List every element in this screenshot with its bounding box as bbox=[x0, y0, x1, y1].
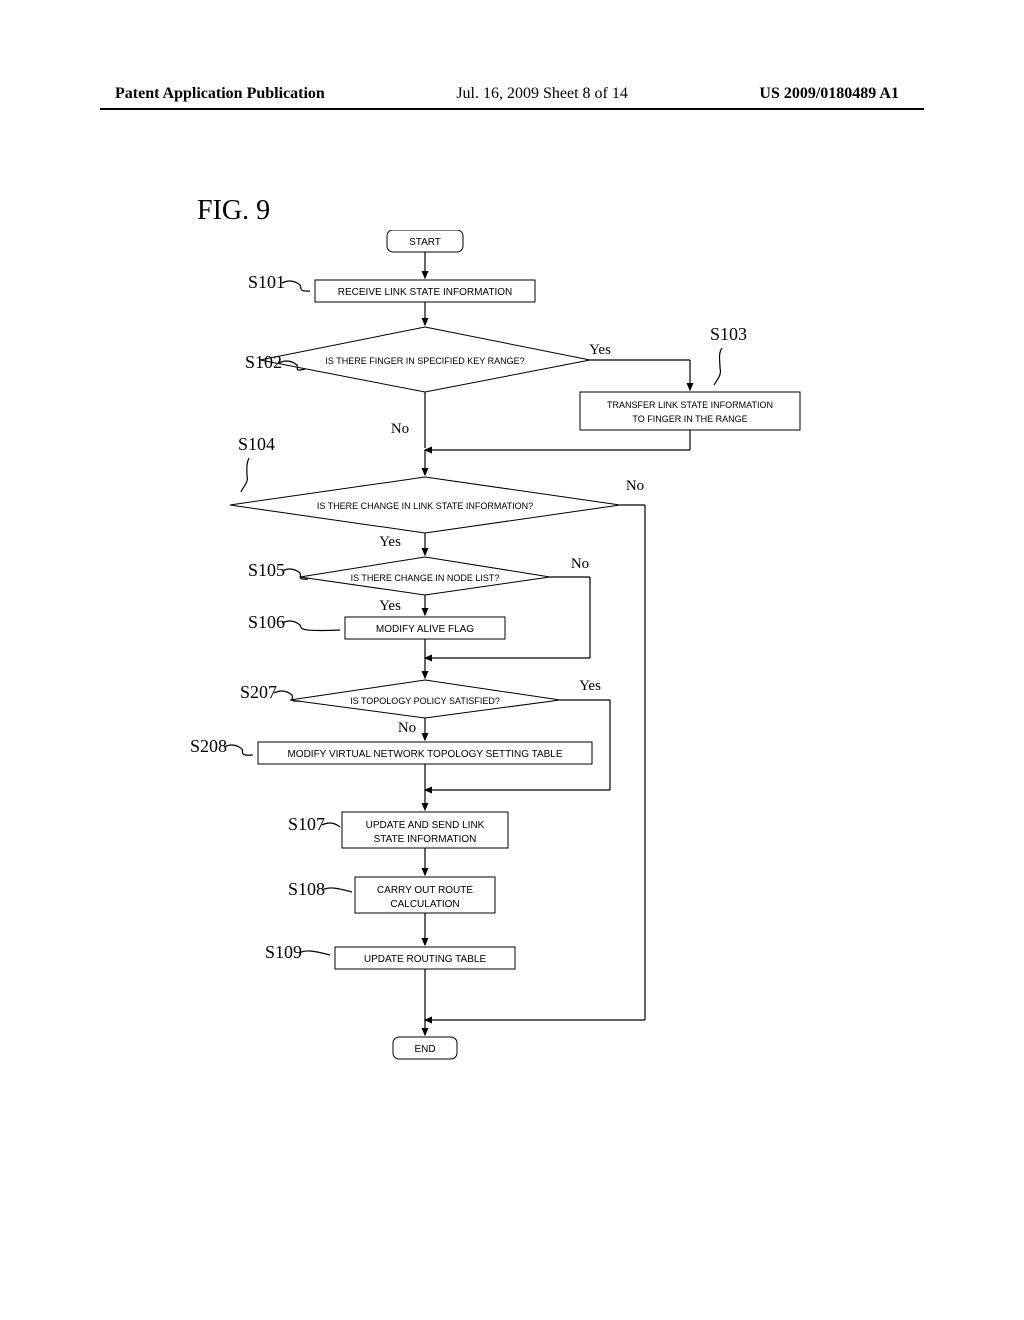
s104-label: S104 bbox=[238, 434, 275, 454]
s103-label: S103 bbox=[710, 324, 747, 344]
s105-text: IS THERE CHANGE IN NODE LIST? bbox=[351, 573, 500, 583]
s104-yes: Yes bbox=[379, 534, 401, 550]
end-text: END bbox=[414, 1044, 435, 1055]
s207-no: No bbox=[398, 720, 416, 736]
s104-text: IS THERE CHANGE IN LINK STATE INFORMATIO… bbox=[317, 501, 533, 511]
s102-text: IS THERE FINGER IN SPECIFIED KEY RANGE? bbox=[325, 356, 524, 366]
s103-box bbox=[580, 392, 800, 430]
s108-text2: CALCULATION bbox=[390, 899, 459, 910]
s102-no: No bbox=[391, 421, 409, 437]
page-header: Patent Application Publication Jul. 16, … bbox=[0, 85, 1024, 103]
start-text: START bbox=[409, 237, 441, 248]
flowchart: START RECEIVE LINK STATE INFORMATION S10… bbox=[130, 230, 840, 1060]
s207-label: S207 bbox=[240, 682, 277, 702]
s207-yes: Yes bbox=[579, 678, 601, 694]
s107-label: S107 bbox=[288, 814, 325, 834]
s107-text1: UPDATE AND SEND LINK bbox=[366, 820, 485, 831]
page: Patent Application Publication Jul. 16, … bbox=[0, 0, 1024, 1320]
s102-yes: Yes bbox=[589, 342, 611, 358]
s106-label: S106 bbox=[248, 612, 285, 632]
s101-text: RECEIVE LINK STATE INFORMATION bbox=[338, 287, 512, 298]
s106-text: MODIFY ALIVE FLAG bbox=[376, 624, 474, 635]
s107-text2: STATE INFORMATION bbox=[374, 834, 477, 845]
s208-text: MODIFY VIRTUAL NETWORK TOPOLOGY SETTING … bbox=[287, 749, 562, 760]
s207-text: IS TOPOLOGY POLICY SATISFIED? bbox=[350, 696, 500, 706]
header-left: Patent Application Publication bbox=[115, 85, 325, 103]
header-right: US 2009/0180489 A1 bbox=[759, 85, 899, 103]
s102-label: S102 bbox=[245, 352, 282, 372]
header-rule bbox=[100, 108, 924, 110]
s105-no: No bbox=[571, 556, 589, 572]
s103-text2: TO FINGER IN THE RANGE bbox=[632, 414, 747, 424]
s208-label: S208 bbox=[190, 736, 227, 756]
s108-text1: CARRY OUT ROUTE bbox=[377, 885, 473, 896]
s108-label: S108 bbox=[288, 879, 325, 899]
s103-text1: TRANSFER LINK STATE INFORMATION bbox=[607, 400, 773, 410]
s105-yes: Yes bbox=[379, 598, 401, 614]
header-center: Jul. 16, 2009 Sheet 8 of 14 bbox=[456, 85, 628, 103]
s101-label: S101 bbox=[248, 272, 285, 292]
s105-label: S105 bbox=[248, 560, 285, 580]
s109-label: S109 bbox=[265, 942, 302, 962]
s104-no: No bbox=[626, 478, 644, 494]
s109-text: UPDATE ROUTING TABLE bbox=[364, 954, 487, 965]
figure-title: FIG. 9 bbox=[197, 195, 270, 227]
